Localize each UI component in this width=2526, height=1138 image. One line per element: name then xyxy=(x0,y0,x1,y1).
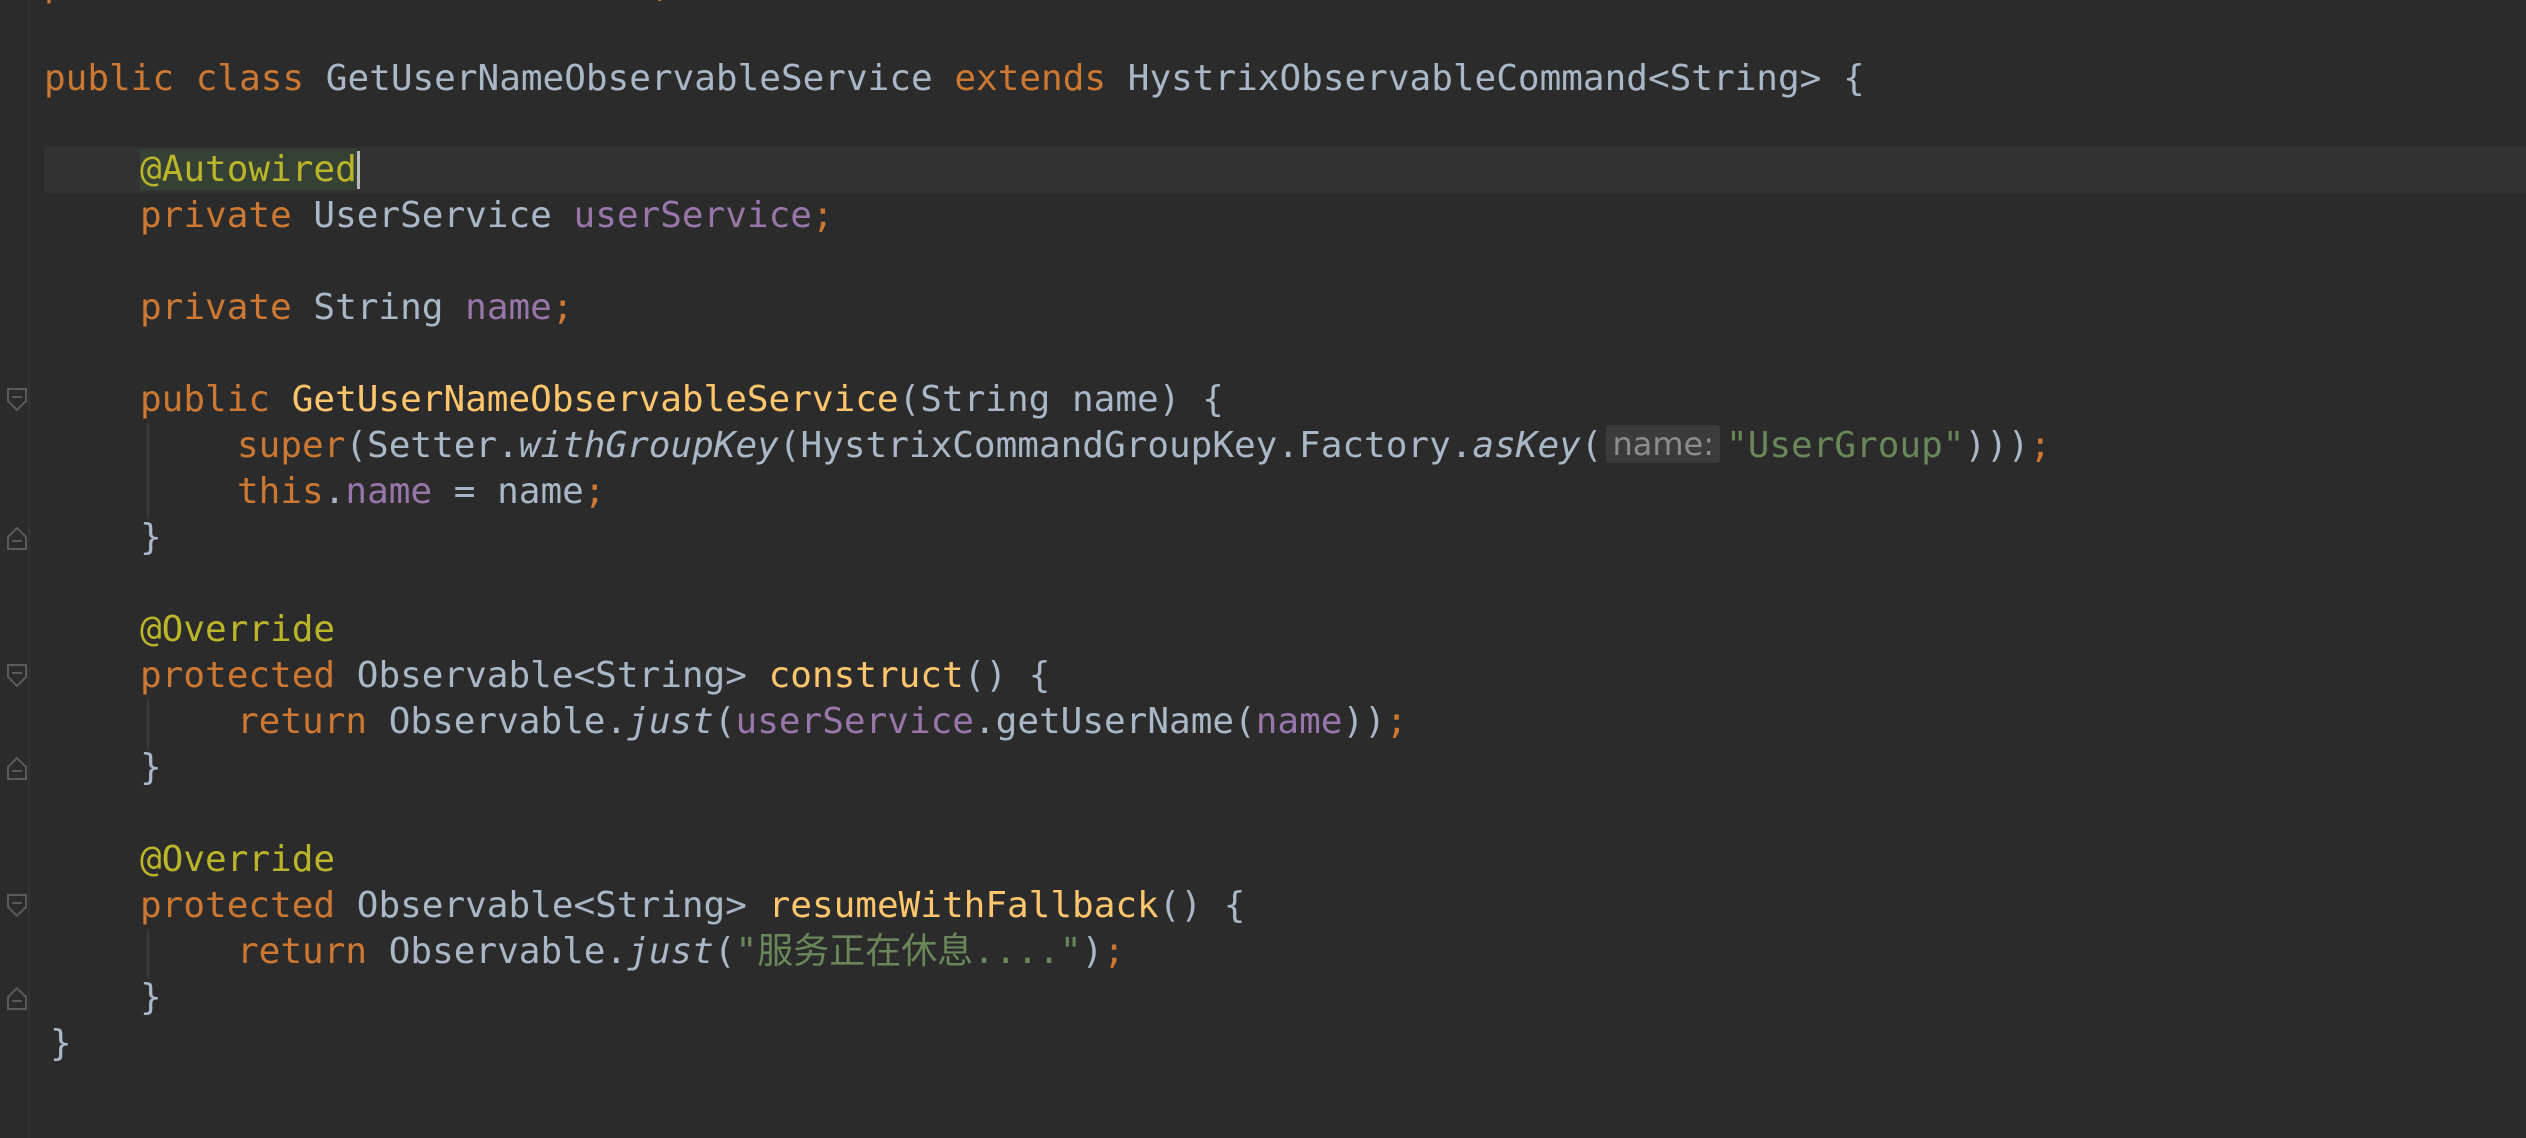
static-method: withGroupKey xyxy=(518,425,779,466)
semicolon: ; xyxy=(811,195,834,236)
brace: { xyxy=(1028,655,1051,696)
type-name: Observable<String> xyxy=(356,655,747,696)
annotation: @Autowired xyxy=(140,149,357,190)
code-line-fallback-return[interactable]: return Observable.just("服务正在休息...."); xyxy=(44,929,2526,975)
code-text: (HystrixCommandGroupKey.Factory. xyxy=(778,425,1473,466)
field-name: name xyxy=(1255,701,1343,742)
keyword: return xyxy=(237,931,368,972)
keyword: class xyxy=(195,58,305,99)
keyword: extends xyxy=(954,58,1107,99)
static-method: asKey xyxy=(1472,425,1581,466)
code-line-ctor-decl[interactable]: public GetUserNameObservableService(Stri… xyxy=(44,377,2526,423)
code-text: ( xyxy=(713,931,736,972)
semicolon: ; xyxy=(583,471,606,512)
keyword: private xyxy=(140,287,292,328)
code-line-field-userservice[interactable]: private UserService userService; xyxy=(44,193,2526,239)
brace: } xyxy=(140,977,162,1018)
keyword: public xyxy=(44,58,175,99)
editor-gutter xyxy=(0,0,30,1138)
brace: { xyxy=(1223,885,1246,926)
keyword: protected xyxy=(140,885,336,926)
type-name: Observable<String> xyxy=(356,885,747,926)
code-line-construct-decl[interactable]: protected Observable<String> construct()… xyxy=(44,653,2526,699)
field-name: name xyxy=(345,471,433,512)
code-text: )) xyxy=(1342,701,1386,742)
code-text: (Setter. xyxy=(345,425,519,466)
parameter-hint: name: xyxy=(1606,425,1721,463)
keyword: this xyxy=(237,471,324,512)
string-literal: "UserGroup" xyxy=(1726,425,1965,466)
fold-open-icon[interactable] xyxy=(6,387,28,413)
fold-open-icon[interactable] xyxy=(6,893,28,919)
field-name: name xyxy=(465,287,552,328)
string-literal: "服务正在休息...." xyxy=(735,931,1082,972)
type-name: HystrixObservableCommand<String> xyxy=(1127,58,1822,99)
code-text: Observable. xyxy=(388,931,628,972)
field-name: userService xyxy=(735,701,974,742)
code-line-autowired[interactable]: @Autowired xyxy=(44,147,2526,193)
fold-close-icon[interactable] xyxy=(6,525,28,551)
keyword: public xyxy=(140,379,271,420)
method-name: GetUserNameObservableService xyxy=(291,379,899,420)
code-text: ) xyxy=(1081,931,1104,972)
code-text: p , xyxy=(44,0,673,5)
annotation: @Override xyxy=(140,609,336,650)
code-text: = name xyxy=(432,471,584,512)
code-text: Observable. xyxy=(388,701,628,742)
method-name: resumeWithFallback xyxy=(768,885,1159,926)
code-text: ( xyxy=(713,701,736,742)
brace: { xyxy=(1843,58,1865,99)
class-name: GetUserNameObservableService xyxy=(325,58,933,99)
code-line-fallback-decl[interactable]: protected Observable<String> resumeWithF… xyxy=(44,883,2526,929)
keyword: private xyxy=(140,195,292,236)
code-line-class-decl[interactable]: public class GetUserNameObservableServic… xyxy=(44,56,2526,102)
semicolon: ; xyxy=(1385,701,1408,742)
semicolon: ; xyxy=(551,287,574,328)
code-line-partial: p , xyxy=(44,0,673,8)
code-line-override[interactable]: @Override xyxy=(44,607,2526,653)
annotation: @Override xyxy=(140,839,336,880)
fold-open-icon[interactable] xyxy=(6,663,28,689)
keyword: protected xyxy=(140,655,336,696)
code-line-field-name[interactable]: private String name; xyxy=(44,285,2526,331)
params: (String name) xyxy=(898,379,1181,420)
keyword: super xyxy=(237,425,346,466)
brace: { xyxy=(1202,379,1224,420)
code-line-ctor-close[interactable]: } xyxy=(44,515,2526,561)
text-caret xyxy=(356,151,360,189)
code-text: . xyxy=(323,471,346,512)
brace: } xyxy=(50,1023,72,1064)
code-line-override[interactable]: @Override xyxy=(44,837,2526,883)
code-editor[interactable]: p , public class GetUserNameObservableSe… xyxy=(0,0,2526,1138)
code-line-fallback-close[interactable]: } xyxy=(44,975,2526,1021)
method-name: construct xyxy=(768,655,964,696)
type-name: UserService xyxy=(313,195,552,236)
type-name: String xyxy=(313,287,444,328)
code-text: ))) xyxy=(1964,425,2030,466)
code-line-this-assign[interactable]: this.name = name; xyxy=(44,469,2526,515)
semicolon: ; xyxy=(1103,931,1125,972)
code-line-class-close[interactable]: } xyxy=(44,1021,2526,1067)
code-text: .getUserName( xyxy=(973,701,1256,742)
field-name: userService xyxy=(573,195,812,236)
code-line-super-call[interactable]: super(Setter.withGroupKey(HystrixCommand… xyxy=(44,423,2526,469)
fold-close-icon[interactable] xyxy=(6,985,28,1011)
fold-close-icon[interactable] xyxy=(6,755,28,781)
static-method: just xyxy=(627,931,714,972)
brace: } xyxy=(140,747,162,788)
static-method: just xyxy=(627,701,714,742)
code-line-construct-return[interactable]: return Observable.just(userService.getUs… xyxy=(44,699,2526,745)
code-line-construct-close[interactable]: } xyxy=(44,745,2526,791)
code-text: () xyxy=(963,655,1008,696)
code-text: () xyxy=(1158,885,1203,926)
keyword: return xyxy=(237,701,368,742)
semicolon: ; xyxy=(2029,425,2052,466)
brace: } xyxy=(140,517,162,558)
code-text: ( xyxy=(1580,425,1603,466)
